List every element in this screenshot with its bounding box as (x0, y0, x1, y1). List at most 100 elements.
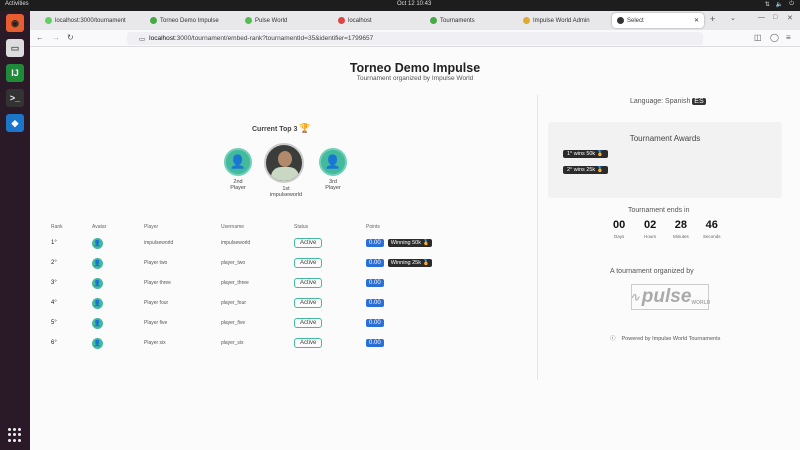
podium-title: Current Top 3 🏆 (252, 123, 311, 133)
player-cell: Player six (144, 340, 166, 346)
clock[interactable]: Oct 12 10:43 (397, 1, 431, 7)
files-icon[interactable]: ▭ (6, 39, 24, 57)
footer-credit[interactable]: ⓘ Powered by Impulse World Tournaments (610, 334, 720, 342)
close-window-icon[interactable]: ✕ (787, 14, 793, 22)
player-cell: Player three (144, 280, 171, 286)
language-label: Language: Spanish ES (630, 98, 706, 105)
back-icon[interactable]: ← (36, 33, 44, 42)
new-tab-button[interactable]: + (710, 14, 715, 24)
rank-cell: 5° (51, 320, 57, 326)
award-item: 2° wins 25k 🏅 (563, 166, 608, 174)
tab-favicon-icon (523, 17, 530, 24)
player-cell: Player five (144, 320, 168, 326)
rank-cell: 3° (51, 280, 57, 286)
user-avatar-icon: 👤 (92, 317, 103, 329)
user-avatar-icon: 👤 (224, 148, 252, 176)
system-tray[interactable]: ⇅ 🔈 ⏻ (765, 1, 794, 8)
points-badge: 0.00 (366, 319, 384, 327)
page-info-icon: ▭ (139, 35, 146, 43)
user-avatar-icon: 👤 (92, 277, 103, 289)
username-cell: player_two (221, 260, 246, 266)
username-cell: player_five (221, 320, 246, 326)
points-badge: 0.00 (366, 279, 384, 287)
trophy-icon: 🏆 (299, 123, 311, 133)
page-subtitle: Tournament organized by Impulse World (356, 75, 474, 82)
first-place-avatar (264, 143, 304, 183)
tab-active[interactable]: Select ✕ (612, 13, 704, 28)
reload-icon[interactable]: ↻ (67, 33, 74, 42)
tab-5[interactable]: Impulse World Admin (518, 13, 595, 28)
award-badge: Winning 25k 🏅 (387, 259, 433, 267)
status-badge: Active (294, 278, 323, 288)
tab-4[interactable]: Tournaments (425, 13, 480, 28)
podium-third: 👤 3rd Player (318, 148, 348, 191)
username-cell: player_four (221, 300, 247, 306)
tab-bar: localhost:3000/tournament Torneo Demo Im… (30, 11, 800, 30)
user-avatar-icon: 👤 (319, 148, 347, 176)
table-header: Rank Avatar Player Username Status Point… (51, 224, 380, 230)
table-row: 5° 👤 Player five player_five Active 0.00 (46, 313, 516, 333)
rank-cell: 2° (51, 260, 57, 266)
minimize-icon[interactable]: — (758, 14, 765, 21)
terminal-icon[interactable]: >_ (6, 89, 24, 107)
status-badge: Active (294, 238, 323, 248)
status-badge: Active (294, 338, 323, 348)
tab-favicon-icon (45, 17, 52, 24)
user-avatar-icon: 👤 (92, 257, 103, 269)
status-badge: Active (294, 258, 323, 268)
tab-favicon-icon (245, 17, 252, 24)
flag-icon[interactable]: ES (692, 98, 706, 105)
table-row: 4° 👤 Player four player_four Active 0.00 (46, 293, 516, 313)
awards-panel: Tournament Awards 1° wins 50k 🏅 2° wins … (548, 122, 782, 198)
maximize-icon[interactable]: □ (773, 14, 777, 21)
award-item: 1° wins 50k 🏅 (563, 150, 608, 158)
table-row: 2° 👤 Player two player_two Active 0.00 Winning… (46, 253, 516, 273)
rank-cell: 6° (51, 340, 57, 346)
tab-1[interactable]: Torneo Demo Impulse (145, 13, 224, 28)
system-top-bar: Activities Oct 12 10:43 ⇅ 🔈 ⏻ (0, 0, 800, 11)
player-cell: impulseworld (144, 240, 174, 246)
volume-icon: 🔈 (775, 2, 784, 8)
power-icon: ⏻ (789, 1, 794, 7)
countdown-title: Tournament ends in (628, 207, 690, 214)
info-icon: ⓘ (610, 336, 616, 342)
podium-second: 👤 2nd Player (223, 148, 253, 191)
rank-cell: 4° (51, 300, 57, 306)
account-icon[interactable]: ◯ (770, 33, 779, 42)
tab-favicon-icon (338, 17, 345, 24)
table-row: 3° 👤 Player three player_three Active 0.00 (46, 273, 516, 293)
player-cell: Player two (144, 260, 168, 266)
tab-3[interactable]: localhost (333, 13, 377, 28)
pocket-icon[interactable]: ◫ (754, 33, 762, 42)
pulse-wave-icon: ∿ (629, 290, 640, 304)
ranking-table: Rank Avatar Player Username Status Point… (46, 221, 516, 353)
vscode-icon[interactable]: ◆ (6, 114, 24, 132)
sponsor-logo[interactable]: ∿ pulse WORLD (629, 284, 710, 310)
table-row: 6° 👤 Player six player_six Active 0.00 (46, 333, 516, 353)
forward-icon[interactable]: → (52, 33, 60, 42)
countdown-seconds: 46 Seconds (703, 219, 721, 239)
countdown-minutes: 28 Minutes (673, 219, 689, 239)
page-content: Torneo Demo Impulse Tournament organized… (30, 47, 800, 450)
player-cell: Player four (144, 300, 169, 306)
user-avatar-icon: 👤 (92, 297, 103, 309)
firefox-icon[interactable]: ◉ (6, 14, 24, 32)
ide-icon[interactable]: IJ (6, 64, 24, 82)
rank-cell: 1° (51, 240, 57, 246)
username-cell: player_six (221, 340, 244, 346)
show-apps-icon[interactable] (8, 428, 22, 442)
activities-button[interactable]: Activities (5, 1, 29, 7)
tab-2[interactable]: Pulse World (240, 13, 292, 28)
page-title: Torneo Demo Impulse (349, 61, 481, 75)
user-avatar-icon: 👤 (92, 237, 103, 249)
close-tab-icon[interactable]: ✕ (694, 17, 699, 24)
tab-0[interactable]: localhost:3000/tournament (40, 13, 131, 28)
points-badge: 0.00 (366, 239, 384, 247)
menu-icon[interactable]: ≡ (786, 33, 791, 42)
chevron-down-icon[interactable]: ⌄ (730, 14, 736, 22)
navigation-bar: ← → ↻ ▭ localhost:3000/tournament/embed-r… (30, 30, 800, 47)
url-bar[interactable]: ▭ localhost:3000/tournament/embed-rank?to… (127, 32, 703, 45)
points-badge: 0.00 (366, 299, 384, 307)
countdown-hours: 02 Hours (644, 219, 657, 239)
award-badge: Winning 50k 🏅 (387, 239, 433, 247)
